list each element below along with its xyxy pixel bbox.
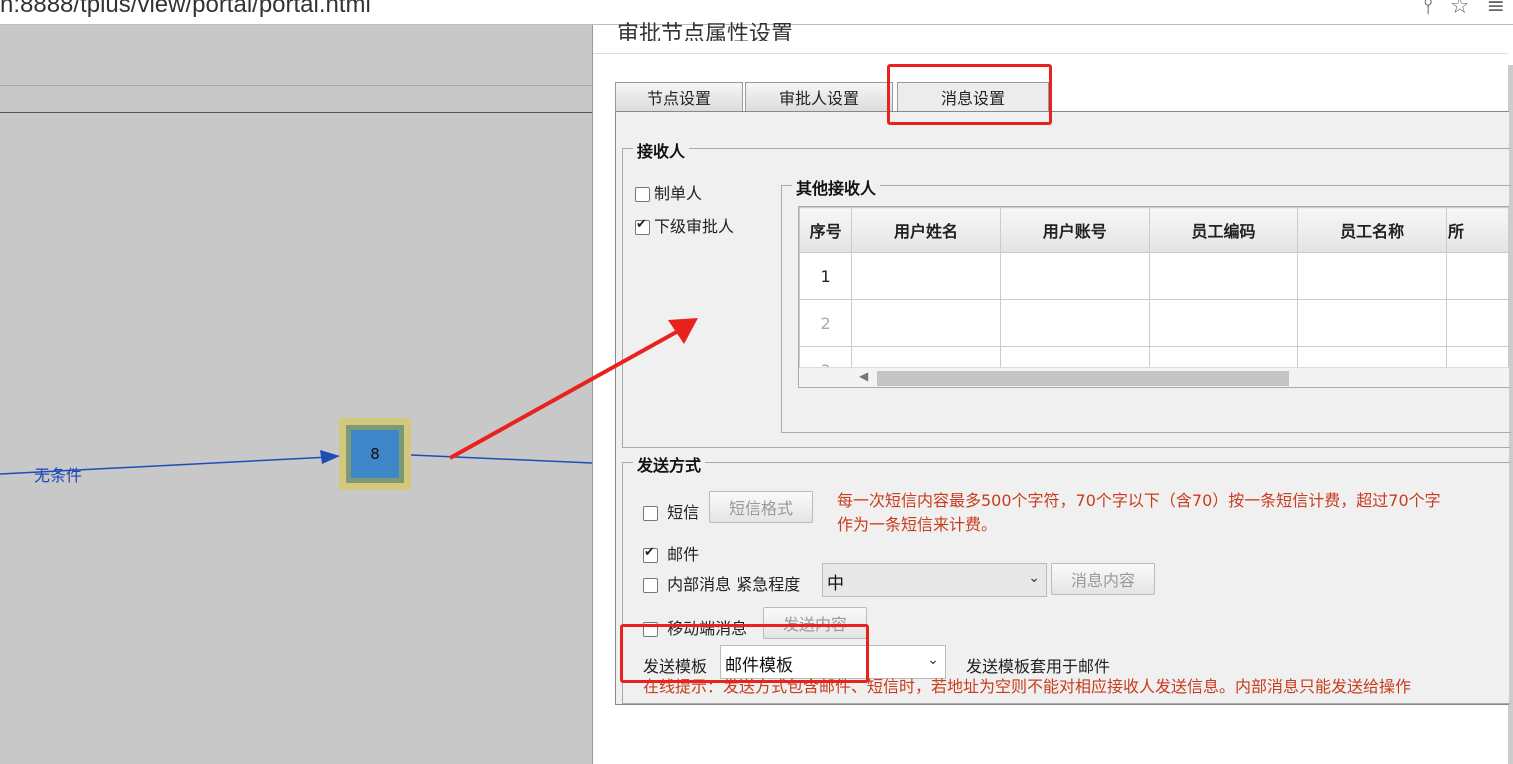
internal-msg-checkbox[interactable] bbox=[643, 578, 658, 593]
dialog-title: 审批节点属性设置 bbox=[617, 22, 794, 41]
other-receivers-grid: 序号 用户姓名 用户账号 员工编码 员工名称 所 1 2 ◀ bbox=[798, 206, 1509, 388]
bookmark-pin-icon[interactable]: ⫯ bbox=[1423, 0, 1433, 19]
col-user-name[interactable]: 用户姓名 bbox=[851, 207, 1001, 253]
internal-msg-label: 内部消息 bbox=[667, 575, 732, 594]
col-seq[interactable]: 序号 bbox=[799, 207, 853, 253]
chevron-down-icon[interactable]: ⌄ bbox=[927, 652, 939, 668]
sms-note-line2: 作为一条短信来计费。 bbox=[837, 515, 998, 534]
chevron-down-icon[interactable]: ⌄ bbox=[1028, 570, 1040, 586]
table-row[interactable]: 1 bbox=[799, 252, 1509, 300]
sub-approver-checkbox-row[interactable]: 下级审批人 bbox=[635, 213, 734, 237]
send-method-legend: 发送方式 bbox=[633, 452, 706, 476]
other-receivers-legend: 其他接收人 bbox=[792, 175, 881, 199]
row-number: 2 bbox=[799, 299, 853, 347]
sms-checkbox[interactable] bbox=[643, 506, 658, 521]
condition-label[interactable]: 无条件 bbox=[34, 462, 82, 486]
sms-format-button[interactable]: 短信格式 bbox=[709, 491, 813, 523]
email-label: 邮件 bbox=[667, 545, 700, 564]
urgency-label: 紧急程度 bbox=[736, 575, 801, 594]
workflow-canvas bbox=[0, 25, 592, 764]
col-employee-name[interactable]: 员工名称 bbox=[1297, 207, 1448, 253]
urgency-select[interactable]: 中 ⌄ bbox=[822, 563, 1047, 597]
tab-approver-settings[interactable]: 审批人设置 bbox=[745, 82, 893, 111]
highlight-template bbox=[620, 624, 869, 683]
email-checkbox-row[interactable]: 邮件 bbox=[643, 541, 699, 565]
internal-msg-checkbox-row[interactable]: 内部消息 紧急程度 bbox=[643, 571, 800, 595]
star-icon[interactable]: ☆ bbox=[1450, 0, 1470, 19]
tab-node-settings[interactable]: 节点设置 bbox=[615, 82, 743, 111]
canvas-toolbar-strip bbox=[0, 35, 592, 86]
url-text[interactable]: n:8888/tplus/view/portal/portal.html bbox=[0, 0, 371, 19]
row-number: 1 bbox=[799, 252, 853, 300]
highlight-message-tab bbox=[887, 64, 1052, 125]
menu-icon[interactable]: ≡ bbox=[1487, 0, 1505, 19]
table-row[interactable]: 2 bbox=[799, 299, 1509, 347]
creator-checkbox-row[interactable]: 制单人 bbox=[635, 180, 702, 204]
scroll-thumb[interactable] bbox=[877, 371, 1289, 386]
sms-label: 短信 bbox=[667, 503, 700, 522]
receivers-group: 接收人 制单人 下级审批人 其他接收人 序号 用户姓名 用户账号 员工编码 bbox=[622, 138, 1511, 448]
canvas-divider bbox=[0, 112, 592, 113]
workflow-node[interactable]: 8 bbox=[339, 418, 411, 490]
sub-approver-label: 下级审批人 bbox=[654, 217, 735, 236]
urgency-value: 中 bbox=[827, 574, 844, 594]
sub-approver-checkbox[interactable] bbox=[635, 217, 650, 235]
col-employee-code[interactable]: 员工编码 bbox=[1148, 207, 1299, 253]
other-receivers-group: 其他接收人 序号 用户姓名 用户账号 员工编码 员工名称 所 1 2 ◀ bbox=[781, 175, 1511, 433]
message-content-button[interactable]: 消息内容 bbox=[1051, 563, 1155, 595]
email-checkbox[interactable] bbox=[643, 545, 658, 563]
message-settings-panel: 接收人 制单人 下级审批人 其他接收人 序号 用户姓名 用户账号 员工编码 bbox=[615, 111, 1511, 705]
sms-checkbox-row[interactable]: 短信 bbox=[643, 499, 699, 523]
node-number: 8 bbox=[351, 430, 399, 478]
sms-note-line1: 每一次短信内容最多500个字符，70个字以下（含70）按一条短信计费，超过70个… bbox=[837, 491, 1441, 510]
col-user-account[interactable]: 用户账号 bbox=[999, 207, 1150, 253]
template-hint: 发送模板套用于邮件 bbox=[966, 657, 1111, 676]
col-truncated[interactable]: 所 bbox=[1446, 207, 1509, 253]
creator-checkbox[interactable] bbox=[635, 187, 650, 202]
receivers-legend: 接收人 bbox=[633, 138, 690, 162]
grid-horizontal-scrollbar[interactable]: ◀ bbox=[799, 367, 1509, 387]
creator-label: 制单人 bbox=[654, 184, 703, 203]
scroll-left-icon[interactable]: ◀ bbox=[859, 369, 868, 383]
